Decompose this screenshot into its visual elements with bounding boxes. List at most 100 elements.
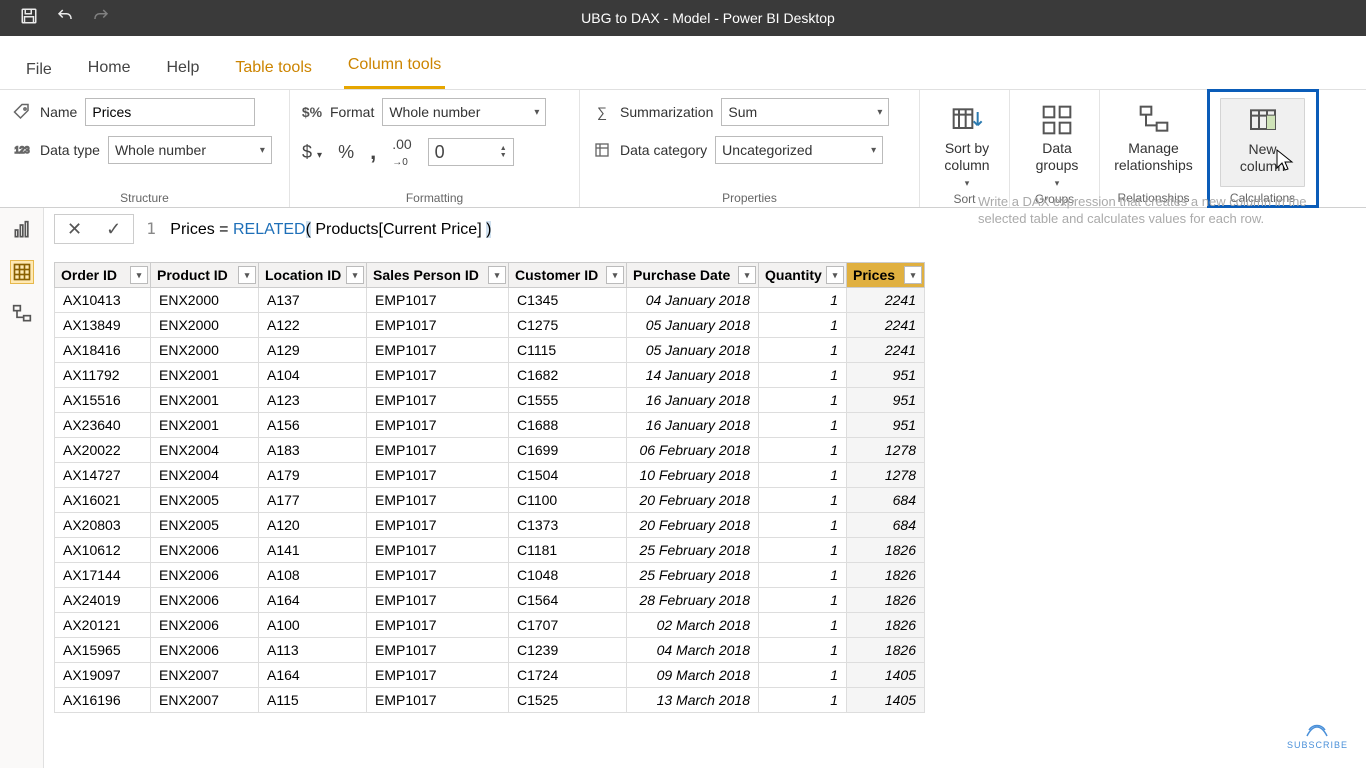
- table-row[interactable]: AX19097ENX2007A164EMP1017C172409 March 2…: [55, 663, 925, 688]
- table-cell[interactable]: 25 February 2018: [627, 538, 759, 563]
- table-cell[interactable]: AX20803: [55, 513, 151, 538]
- table-cell[interactable]: 1826: [847, 538, 925, 563]
- table-cell[interactable]: 04 January 2018: [627, 288, 759, 313]
- table-cell[interactable]: EMP1017: [367, 513, 509, 538]
- table-cell[interactable]: EMP1017: [367, 338, 509, 363]
- table-cell[interactable]: EMP1017: [367, 288, 509, 313]
- table-cell[interactable]: ENX2005: [151, 488, 259, 513]
- table-cell[interactable]: ENX2007: [151, 688, 259, 713]
- datacategory-select[interactable]: Uncategorized▾: [715, 136, 883, 164]
- table-cell[interactable]: EMP1017: [367, 638, 509, 663]
- column-filter-button[interactable]: ▾: [130, 266, 148, 284]
- table-cell[interactable]: 1: [759, 488, 847, 513]
- table-cell[interactable]: A156: [259, 413, 367, 438]
- table-cell[interactable]: C1688: [509, 413, 627, 438]
- table-row[interactable]: AX23640ENX2001A156EMP1017C168816 January…: [55, 413, 925, 438]
- table-cell[interactable]: 1826: [847, 563, 925, 588]
- data-view-button[interactable]: [10, 260, 34, 284]
- table-cell[interactable]: 1826: [847, 638, 925, 663]
- table-cell[interactable]: C1373: [509, 513, 627, 538]
- table-cell[interactable]: 2241: [847, 313, 925, 338]
- table-cell[interactable]: ENX2005: [151, 513, 259, 538]
- table-cell[interactable]: ENX2007: [151, 663, 259, 688]
- sort-by-column-button[interactable]: Sort by column ▾: [932, 98, 1002, 188]
- table-cell[interactable]: A104: [259, 363, 367, 388]
- table-cell[interactable]: A179: [259, 463, 367, 488]
- table-cell[interactable]: AX24019: [55, 588, 151, 613]
- table-cell[interactable]: ENX2006: [151, 613, 259, 638]
- data-groups-button[interactable]: Data groups ▾: [1022, 98, 1092, 188]
- table-cell[interactable]: A122: [259, 313, 367, 338]
- table-row[interactable]: AX10413ENX2000A137EMP1017C134504 January…: [55, 288, 925, 313]
- column-header[interactable]: Prices▾: [847, 263, 925, 288]
- column-filter-button[interactable]: ▾: [738, 266, 756, 284]
- table-cell[interactable]: C1682: [509, 363, 627, 388]
- table-cell[interactable]: 951: [847, 388, 925, 413]
- table-cell[interactable]: A115: [259, 688, 367, 713]
- table-cell[interactable]: ENX2006: [151, 563, 259, 588]
- table-cell[interactable]: C1564: [509, 588, 627, 613]
- table-row[interactable]: AX10612ENX2006A141EMP1017C118125 Februar…: [55, 538, 925, 563]
- table-cell[interactable]: ENX2000: [151, 288, 259, 313]
- column-header[interactable]: Quantity▾: [759, 263, 847, 288]
- table-cell[interactable]: C1181: [509, 538, 627, 563]
- table-cell[interactable]: AX15965: [55, 638, 151, 663]
- name-input[interactable]: [85, 98, 255, 126]
- table-cell[interactable]: 1: [759, 388, 847, 413]
- table-cell[interactable]: C1048: [509, 563, 627, 588]
- column-filter-button[interactable]: ▾: [238, 266, 256, 284]
- table-cell[interactable]: EMP1017: [367, 363, 509, 388]
- table-cell[interactable]: ENX2006: [151, 638, 259, 663]
- save-icon[interactable]: [20, 7, 38, 30]
- table-cell[interactable]: 1826: [847, 588, 925, 613]
- column-filter-button[interactable]: ▾: [904, 266, 922, 284]
- table-cell[interactable]: 20 February 2018: [627, 513, 759, 538]
- table-cell[interactable]: A141: [259, 538, 367, 563]
- menu-column-tools[interactable]: Column tools: [344, 46, 445, 89]
- table-cell[interactable]: ENX2004: [151, 438, 259, 463]
- report-view-button[interactable]: [10, 218, 34, 242]
- table-row[interactable]: AX14727ENX2004A179EMP1017C150410 Februar…: [55, 463, 925, 488]
- table-cell[interactable]: EMP1017: [367, 488, 509, 513]
- table-cell[interactable]: A137: [259, 288, 367, 313]
- table-cell[interactable]: C1239: [509, 638, 627, 663]
- datatype-select[interactable]: Whole number▾: [108, 136, 272, 164]
- table-row[interactable]: AX20803ENX2005A120EMP1017C137320 Februar…: [55, 513, 925, 538]
- table-cell[interactable]: A123: [259, 388, 367, 413]
- table-cell[interactable]: AX20121: [55, 613, 151, 638]
- table-row[interactable]: AX24019ENX2006A164EMP1017C156428 Februar…: [55, 588, 925, 613]
- table-cell[interactable]: C1555: [509, 388, 627, 413]
- table-cell[interactable]: 951: [847, 413, 925, 438]
- table-row[interactable]: AX15516ENX2001A123EMP1017C155516 January…: [55, 388, 925, 413]
- table-cell[interactable]: 2241: [847, 288, 925, 313]
- table-cell[interactable]: 684: [847, 488, 925, 513]
- menu-help[interactable]: Help: [162, 49, 203, 89]
- table-cell[interactable]: EMP1017: [367, 313, 509, 338]
- table-cell[interactable]: 1: [759, 563, 847, 588]
- table-cell[interactable]: AX15516: [55, 388, 151, 413]
- column-filter-button[interactable]: ▾: [346, 266, 364, 284]
- table-cell[interactable]: 1278: [847, 463, 925, 488]
- table-cell[interactable]: A177: [259, 488, 367, 513]
- decimals-spinner[interactable]: 0▲▼: [428, 138, 514, 166]
- table-row[interactable]: AX18416ENX2000A129EMP1017C111505 January…: [55, 338, 925, 363]
- table-cell[interactable]: 28 February 2018: [627, 588, 759, 613]
- table-cell[interactable]: AX17144: [55, 563, 151, 588]
- table-cell[interactable]: ENX2001: [151, 388, 259, 413]
- table-cell[interactable]: 1: [759, 638, 847, 663]
- table-cell[interactable]: 1: [759, 313, 847, 338]
- table-cell[interactable]: ENX2006: [151, 588, 259, 613]
- table-cell[interactable]: C1707: [509, 613, 627, 638]
- thousands-button[interactable]: ,: [370, 139, 376, 165]
- table-cell[interactable]: 25 February 2018: [627, 563, 759, 588]
- redo-icon[interactable]: [92, 7, 110, 30]
- column-filter-button[interactable]: ▾: [606, 266, 624, 284]
- table-cell[interactable]: 1405: [847, 688, 925, 713]
- table-cell[interactable]: AX18416: [55, 338, 151, 363]
- formula-cancel-button[interactable]: ✕: [55, 219, 94, 240]
- table-cell[interactable]: AX20022: [55, 438, 151, 463]
- table-cell[interactable]: 05 January 2018: [627, 313, 759, 338]
- table-cell[interactable]: A100: [259, 613, 367, 638]
- table-cell[interactable]: AX11792: [55, 363, 151, 388]
- formula-editor[interactable]: 1 Prices = RELATED( Products[Current Pri…: [146, 219, 491, 239]
